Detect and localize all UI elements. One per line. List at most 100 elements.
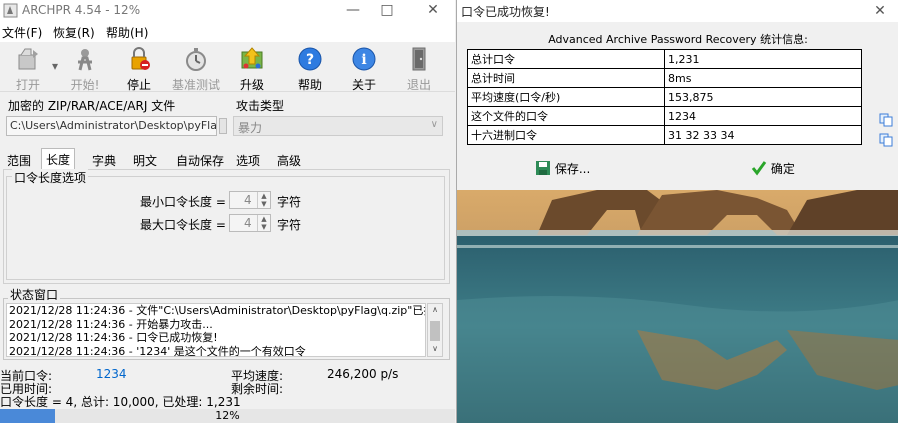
table-row: 十六进制口令 31 32 33 34 (467, 125, 862, 145)
status-log[interactable]: 2021/12/28 11:24:36 - 文件"C:\Users\Admini… (6, 303, 426, 358)
upgrade-icon (241, 47, 263, 69)
tab-range[interactable]: 范围 (3, 150, 35, 170)
upgrade-label: 升级 (239, 78, 264, 92)
tab-options[interactable]: 选项 (232, 150, 264, 170)
encrypted-file-input[interactable]: C:\Users\Administrator\Desktop\pyFlag\q.… (6, 116, 217, 136)
tab-length[interactable]: 长度 (41, 148, 76, 170)
log-line: 2021/12/28 11:24:36 - 口令已成功恢复! (9, 331, 218, 344)
open-dropdown-arrow[interactable]: ▾ (52, 59, 58, 73)
table-row: 总计时间 8ms (467, 68, 862, 88)
log-line: 2021/12/28 11:24:36 - 文件"C:\Users\Admini… (9, 304, 425, 317)
help-button[interactable]: ? 帮助 (285, 46, 335, 92)
stat-key: 十六进制口令 (467, 125, 665, 145)
stat-key: 这个文件的口令 (467, 106, 665, 126)
save-label: 保存... (554, 162, 591, 176)
spinner-arrows-icon[interactable]: ▲ ▼ (257, 215, 270, 231)
log-scrollbar[interactable]: ∧ ∨ (427, 303, 443, 357)
save-button[interactable]: 保存... (535, 160, 590, 177)
scroll-down-icon[interactable]: ∨ (428, 344, 442, 356)
check-icon (751, 161, 767, 176)
app-icon (3, 3, 18, 18)
minimize-button[interactable]: — (338, 0, 368, 22)
save-icon (536, 161, 550, 175)
log-line: 2021/12/28 11:24:36 - '1234' 是这个文件的一个有效口… (9, 344, 306, 358)
stat-value[interactable]: 31 32 33 34 (664, 125, 862, 145)
copy-password-icon[interactable] (879, 113, 893, 127)
stop-button[interactable]: 停止 (114, 46, 164, 92)
upgrade-button[interactable]: 升级 (227, 46, 277, 92)
current-password-value: 1234 (96, 367, 127, 381)
scroll-thumb[interactable] (430, 321, 440, 341)
progress-bar: 12% (0, 409, 455, 423)
start-label: 开始! (70, 78, 100, 92)
help-label: 帮助 (297, 78, 322, 92)
help-icon: ? (298, 47, 322, 71)
options-tabs: 范围 长度 字典 明文 自动保存 选项 高级 (3, 148, 450, 170)
toolbar: 打开 ▾ 开始! 停止 基准测试 升级 ? 帮助 i 关于 退出 (0, 42, 455, 92)
max-length-value: 4 (244, 216, 252, 230)
stat-key: 总计时间 (467, 68, 665, 88)
tab-plaintext[interactable]: 明文 (129, 150, 161, 170)
table-row: 总计口令 1,231 (467, 49, 862, 69)
svg-text:i: i (361, 52, 366, 68)
attack-type-label: 攻击类型 (236, 99, 285, 113)
statistics-title: Advanced Archive Password Recovery 统计信息: (548, 33, 808, 46)
stat-key: 总计口令 (467, 49, 665, 69)
browse-button[interactable] (219, 118, 227, 134)
open-button[interactable]: 打开 (3, 46, 53, 92)
menu-recovery[interactable]: 恢复(R) (53, 24, 95, 41)
log-line: 2021/12/28 11:24:36 - 开始暴力攻击... (9, 317, 213, 331)
dialog-body: Advanced Archive Password Recovery 统计信息:… (457, 22, 898, 190)
start-button[interactable]: 开始! (60, 46, 110, 92)
length-options-title: 口令长度选项 (12, 169, 89, 186)
maximize-button[interactable]: □ (372, 0, 402, 22)
stop-icon (131, 47, 150, 70)
encrypted-file-label: 加密的 ZIP/RAR/ACE/ARJ 文件 (8, 99, 176, 113)
open-label: 打开 (15, 78, 40, 92)
status-window-title: 状态窗口 (8, 286, 61, 303)
max-length-label: 最大口令长度 = (140, 218, 226, 232)
chevron-down-icon: ∨ (430, 119, 438, 130)
dialog-title: 口令已成功恢复! (461, 5, 550, 19)
attack-type-select[interactable]: 暴力 ∨ (233, 116, 443, 136)
spinner-arrows-icon[interactable]: ▲ ▼ (257, 192, 270, 208)
table-row: 平均速度(口令/秒) 153,875 (467, 87, 862, 107)
copy-hex-icon[interactable] (879, 133, 893, 147)
stat-key: 平均速度(口令/秒) (467, 87, 665, 107)
start-icon (78, 49, 92, 71)
stat-value[interactable]: 1234 (664, 106, 862, 126)
archpr-main-window: ARCHPR 4.54 - 12% — □ ✕ 文件(F) 恢复(R) 帮助(H… (0, 0, 455, 423)
statistics-table: 总计口令 1,231 总计时间 8ms 平均速度(口令/秒) 153,875 这… (467, 49, 862, 145)
about-label: 关于 (351, 78, 376, 92)
password-recovered-dialog: 口令已成功恢复! ✕ Advanced Archive Password Rec… (456, 0, 898, 423)
about-icon: i (352, 47, 376, 71)
open-icon (18, 48, 38, 70)
menu-file[interactable]: 文件(F) (2, 24, 42, 41)
tab-advanced[interactable]: 高级 (273, 150, 305, 170)
desktop-wallpaper-image (457, 190, 898, 423)
close-button[interactable]: ✕ (418, 0, 448, 22)
progress-text: 12% (215, 409, 240, 422)
svg-text:?: ? (306, 52, 314, 68)
tab-dictionary[interactable]: 字典 (88, 150, 120, 170)
scroll-up-icon[interactable]: ∧ (428, 305, 442, 317)
benchmark-label: 基准测试 (171, 78, 220, 92)
dialog-close-button[interactable]: ✕ (868, 0, 892, 22)
menu-help[interactable]: 帮助(H) (106, 24, 148, 41)
stat-value: 8ms (664, 68, 862, 88)
min-length-unit: 字符 (277, 195, 302, 209)
max-length-spinner[interactable]: 4 ▲ ▼ (229, 214, 271, 232)
benchmark-button[interactable]: 基准测试 (168, 46, 224, 92)
stopwatch-icon (186, 48, 206, 71)
about-button[interactable]: i 关于 (339, 46, 389, 92)
min-length-spinner[interactable]: 4 ▲ ▼ (229, 191, 271, 209)
table-row: 这个文件的口令 1234 (467, 106, 862, 126)
ok-button[interactable]: 确定 (751, 160, 795, 177)
exit-button[interactable]: 退出 (394, 46, 444, 92)
tab-autosave[interactable]: 自动保存 (172, 150, 228, 170)
average-speed-value: 246,200 p/s (327, 367, 399, 381)
ok-label: 确定 (770, 162, 795, 176)
min-length-value: 4 (244, 193, 252, 207)
window-title: ARCHPR 4.54 - 12% (22, 3, 141, 17)
title-bar: ARCHPR 4.54 - 12% — □ ✕ (0, 0, 455, 22)
